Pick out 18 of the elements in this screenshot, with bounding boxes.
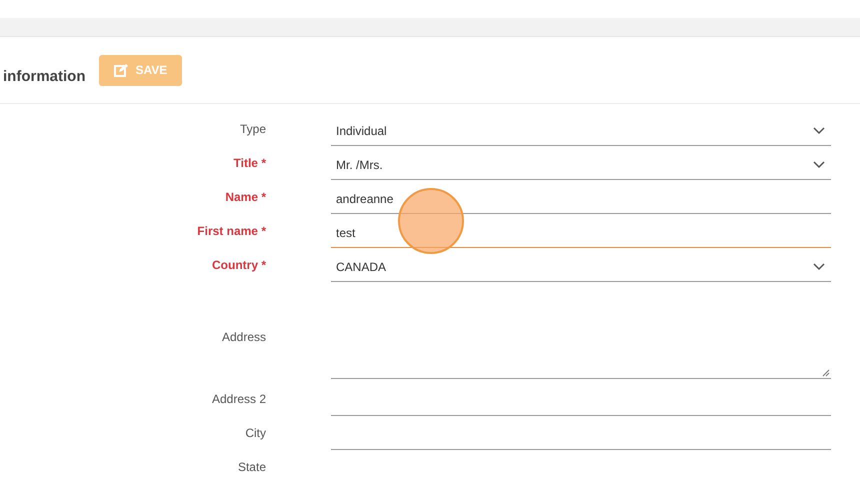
section-title: information [3, 68, 86, 84]
field-label: Name * [225, 190, 266, 204]
select-field[interactable]: Mr. /Mrs. [331, 150, 831, 180]
chevron-down-icon [813, 160, 825, 168]
field-label: Address 2 [212, 392, 266, 406]
field-label: Title * [234, 156, 266, 170]
chevron-down-icon [813, 262, 825, 270]
select-field[interactable]: CANADA [331, 252, 831, 282]
select-field[interactable]: Individual [331, 116, 831, 146]
edit-icon [114, 64, 128, 76]
field-label: Country * [212, 258, 266, 272]
field-label: City [245, 426, 266, 440]
field-label: First name * [197, 224, 266, 238]
resize-handle-icon[interactable] [822, 369, 830, 377]
field-label: State [238, 460, 266, 474]
field-label: Type [240, 122, 266, 136]
field-label: Address [222, 330, 266, 344]
chevron-down-icon [813, 126, 825, 134]
